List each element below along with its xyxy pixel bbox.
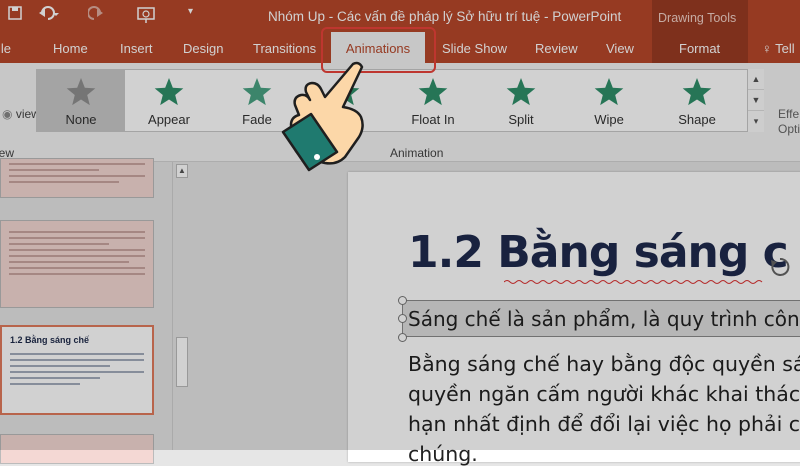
slide-thumbnail-pane: 1.2 Bằng sáng chế: [0, 158, 195, 464]
tab-home[interactable]: Home: [53, 41, 88, 56]
thumbnail-scrollbar[interactable]: ▲: [172, 162, 190, 450]
star-gray-icon: [66, 78, 96, 106]
gallery-more-icon[interactable]: ▾: [748, 111, 764, 132]
body-line[interactable]: hạn nhất định để đổi lại việc họ phải c: [408, 412, 800, 436]
animations-ribbon: ◉ view iew NoneAppearFadeFly InFloat InS…: [0, 63, 800, 162]
redo-icon[interactable]: [88, 6, 104, 22]
slide-thumbnail-selected[interactable]: 1.2 Bằng sáng chế: [0, 325, 154, 415]
present-from-beginning-icon[interactable]: [136, 6, 158, 24]
animation-float-in[interactable]: Float In: [389, 70, 477, 132]
star-float-icon: [418, 78, 448, 106]
tab-format[interactable]: Format: [679, 41, 720, 56]
body-line[interactable]: quyền ngăn cấm người khác khai thác: [408, 382, 800, 406]
customize-qat-icon[interactable]: ▾: [188, 6, 193, 17]
preview-play-icon: ◉: [2, 107, 13, 121]
star-shape-icon: [682, 78, 712, 106]
body-line[interactable]: chúng.: [408, 442, 478, 466]
tab-review[interactable]: Review: [535, 41, 578, 56]
slide: 1.2 Bằng sáng c Sáng chế là sản phẩm, là…: [348, 172, 800, 466]
spellcheck-underline: [504, 280, 763, 284]
animation-group-label: Animation: [390, 146, 444, 160]
animation-label: Appear: [148, 112, 190, 127]
effect-options-label: Effe Optio: [778, 107, 800, 136]
animation-label: Shape: [678, 112, 716, 127]
animation-gallery: NoneAppearFadeFly InFloat InSplitWipeSha…: [36, 69, 764, 132]
undo-icon[interactable]: [38, 6, 60, 22]
tab-tell-me[interactable]: ♀ Tell: [762, 41, 795, 56]
animation-split[interactable]: Split: [477, 70, 565, 132]
star-split-icon: [506, 78, 536, 106]
selected-subtitle-text[interactable]: Sáng chế là sản phẩm, là quy trình côn: [408, 307, 800, 331]
tab-view[interactable]: View: [606, 41, 634, 56]
animation-label: Split: [508, 112, 534, 127]
tab-insert[interactable]: Insert: [120, 41, 153, 56]
resize-handle[interactable]: [398, 314, 407, 323]
tab-slideshow[interactable]: Slide Show: [442, 41, 507, 56]
gallery-scroll-down-icon[interactable]: ▼: [748, 90, 764, 111]
tell-me-label: Tell: [775, 41, 795, 56]
animation-label: None: [65, 112, 97, 127]
resize-handle[interactable]: [398, 296, 407, 305]
animation-appear[interactable]: Appear: [125, 70, 213, 132]
scroll-up-icon[interactable]: ▲: [176, 164, 188, 178]
gallery-scroll: ▲ ▼ ▾: [747, 69, 764, 132]
slide-thumbnail[interactable]: [0, 158, 154, 198]
pointing-hand-icon: [281, 61, 364, 172]
animation-wipe[interactable]: Wipe: [565, 70, 653, 132]
thumbnail-title: 1.2 Bằng sáng chế: [10, 335, 90, 345]
tab-file[interactable]: ile: [0, 41, 11, 56]
lightbulb-icon: ♀: [762, 41, 772, 56]
document-title: Nhóm Up - Các vấn đề pháp lý Sở hữu trí …: [268, 9, 622, 24]
star-fade-icon: [242, 78, 272, 106]
drawing-tools-label: Drawing Tools: [658, 11, 737, 25]
gallery-scroll-up-icon[interactable]: ▲: [748, 69, 764, 90]
animation-shape[interactable]: Shape: [653, 70, 741, 132]
effect-options-button[interactable]: Effe Optio: [778, 107, 800, 137]
tab-design[interactable]: Design: [183, 41, 223, 56]
star-burst-icon: [154, 78, 184, 106]
preview-button[interactable]: ◉ view: [0, 107, 40, 121]
save-icon[interactable]: [8, 6, 22, 20]
slide-thumbnail[interactable]: [0, 434, 154, 464]
star-wipe-icon: [594, 78, 624, 106]
animation-label: Float In: [411, 112, 455, 127]
resize-handle[interactable]: [398, 333, 407, 342]
slide-canvas: 1.2 Bằng sáng c Sáng chế là sản phẩm, là…: [195, 162, 800, 466]
scroll-thumb[interactable]: [176, 337, 188, 387]
body-line[interactable]: Bằng sáng chế hay bằng độc quyền sá: [408, 352, 800, 376]
animation-label: Wipe: [594, 112, 624, 127]
slide-thumbnail[interactable]: [0, 220, 154, 308]
slide-title[interactable]: 1.2 Bằng sáng c: [408, 227, 789, 278]
drawing-tools-context: Drawing Tools: [652, 0, 748, 36]
rotate-handle-icon[interactable]: [769, 256, 791, 278]
tab-transitions[interactable]: Transitions: [253, 41, 316, 56]
animation-none[interactable]: None: [37, 70, 125, 132]
